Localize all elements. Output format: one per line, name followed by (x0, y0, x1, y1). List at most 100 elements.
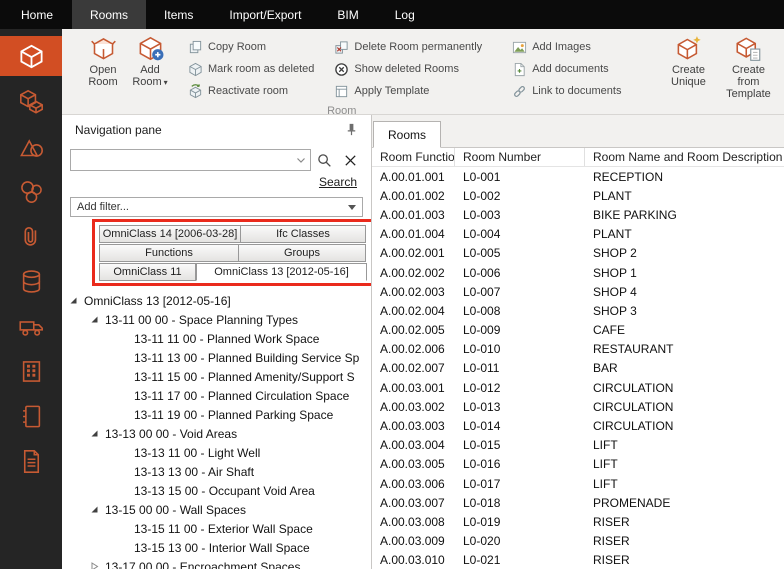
sidebar-item-rooms[interactable] (0, 36, 62, 76)
add-filter-dropdown[interactable]: Add filter... (70, 197, 363, 217)
tab-groups[interactable]: Groups (238, 244, 366, 262)
tree-item[interactable]: 13-13 00 00 - Void Areas (62, 424, 371, 443)
column-header-room-name[interactable]: Room Name and Room Description (585, 148, 784, 166)
table-row[interactable]: A.00.03.010 L0-021 RISER (372, 551, 784, 569)
expander-expanded-icon[interactable] (69, 296, 78, 305)
tree-item[interactable]: 13-11 13 00 - Planned Building Service S… (62, 348, 371, 367)
pin-icon[interactable] (344, 122, 359, 137)
tree-item[interactable]: 13-11 11 00 - Planned Work Space (62, 329, 371, 348)
sidebar-item-catalog[interactable] (0, 396, 62, 436)
apply-template-button[interactable]: Apply Template (334, 83, 482, 99)
table-row[interactable]: A.00.03.008 L0-019 RISER (372, 512, 784, 531)
tree-item[interactable]: 13-13 11 00 - Light Well (62, 443, 371, 462)
sidebar-item-attachments[interactable] (0, 216, 62, 256)
tree-item[interactable]: 13-15 13 00 - Interior Wall Space (62, 538, 371, 557)
expander-expanded-icon[interactable] (90, 315, 99, 324)
room-function-cell: A.00.02.002 (372, 266, 455, 280)
tree-item[interactable]: 13-15 11 00 - Exterior Wall Space (62, 519, 371, 538)
tree-item-label: 13-13 15 00 - Occupant Void Area (134, 484, 315, 498)
spheres-icon (18, 178, 45, 205)
room-function-cell: A.00.03.005 (372, 457, 455, 471)
delete-room-permanently-button[interactable]: Delete Room permanently (334, 39, 482, 55)
search-button[interactable] (311, 149, 337, 171)
table-row[interactable]: A.00.03.007 L0-018 PROMENADE (372, 493, 784, 512)
search-input[interactable] (75, 153, 296, 167)
table-row[interactable]: A.00.01.002 L0-002 PLANT (372, 186, 784, 205)
column-header-room-function[interactable]: Room Function #: (372, 148, 455, 166)
tab-functions[interactable]: Functions (99, 244, 239, 262)
tab-rooms[interactable]: Rooms (373, 121, 441, 148)
expander-expanded-icon[interactable] (90, 505, 99, 514)
tree-item[interactable]: 13-11 00 00 - Space Planning Types (62, 310, 371, 329)
table-row[interactable]: A.00.03.009 L0-020 RISER (372, 532, 784, 551)
expander-collapsed-icon[interactable] (90, 562, 99, 569)
create-from-template-button[interactable]: Create from Template (719, 32, 777, 100)
table-row[interactable]: A.00.02.007 L0-011 BAR (372, 359, 784, 378)
table-row[interactable]: A.00.03.001 L0-012 CIRCULATION (372, 378, 784, 397)
sidebar-item-data[interactable] (0, 261, 62, 301)
tab-omniclass-14[interactable]: OmniClass 14 [2006-03-28] (99, 225, 241, 243)
menu-item-import-export[interactable]: Import/Export (211, 0, 319, 29)
open-room-button[interactable]: Open Room (82, 32, 124, 88)
menu-item-items[interactable]: Items (146, 0, 211, 29)
table-row[interactable]: A.00.03.003 L0-014 CIRCULATION (372, 416, 784, 435)
tree-item[interactable]: 13-11 15 00 - Planned Amenity/Support S (62, 367, 371, 386)
table-row[interactable]: A.00.03.002 L0-013 CIRCULATION (372, 397, 784, 416)
table-row[interactable]: A.00.02.001 L0-005 SHOP 2 (372, 244, 784, 263)
table-row[interactable]: A.00.03.004 L0-015 LIFT (372, 436, 784, 455)
table-row[interactable]: A.00.03.006 L0-017 LIFT (372, 474, 784, 493)
sidebar-item-shapes[interactable] (0, 126, 62, 166)
table-row[interactable]: A.00.02.006 L0-010 RESTAURANT (372, 340, 784, 359)
table-row[interactable]: A.00.02.002 L0-006 SHOP 1 (372, 263, 784, 282)
create-unique-button[interactable]: Create Unique (659, 32, 717, 88)
sidebar-item-spheres[interactable] (0, 171, 62, 211)
tree-item[interactable]: 13-13 15 00 - Occupant Void Area (62, 481, 371, 500)
tab-omniclass-11[interactable]: OmniClass 11 (99, 263, 196, 281)
sidebar-item-notes[interactable] (0, 441, 62, 481)
menu-item-bim[interactable]: BIM (319, 0, 376, 29)
mark-room-deleted-button[interactable]: Mark room as deleted (188, 61, 314, 77)
link-to-documents-button[interactable]: Link to documents (512, 83, 621, 99)
tree-item[interactable]: 13-15 00 00 - Wall Spaces (62, 500, 371, 519)
expander-expanded-icon[interactable] (90, 429, 99, 438)
table-row[interactable]: A.00.01.004 L0-004 PLANT (372, 225, 784, 244)
table-row[interactable]: A.00.02.005 L0-009 CAFE (372, 321, 784, 340)
sidebar-item-items[interactable] (0, 81, 62, 121)
menu-item-log[interactable]: Log (377, 0, 433, 29)
table-row[interactable]: A.00.02.004 L0-008 SHOP 3 (372, 301, 784, 320)
tree-item-label: 13-13 00 00 - Void Areas (105, 427, 237, 441)
create-derived-button[interactable]: Create Derived (779, 32, 784, 88)
copy-room-button[interactable]: Copy Room (188, 39, 314, 55)
tree-item[interactable]: 13-11 19 00 - Planned Parking Space (62, 405, 371, 424)
add-documents-button[interactable]: Add documents (512, 61, 621, 77)
tree-item[interactable]: 13-11 17 00 - Planned Circulation Space (62, 386, 371, 405)
tree-item[interactable]: 13-13 13 00 - Air Shaft (62, 462, 371, 481)
tree-item-label: OmniClass 13 [2012-05-16] (84, 294, 231, 308)
sidebar-item-logistics[interactable] (0, 306, 62, 346)
reactivate-room-button[interactable]: Reactivate room (188, 83, 314, 99)
room-name-cell: SHOP 2 (585, 246, 784, 260)
menu-item-home[interactable]: Home (0, 0, 72, 29)
column-header-room-number[interactable]: Room Number (455, 148, 585, 166)
navigation-pane: Navigation pane (62, 115, 372, 569)
menu-item-rooms[interactable]: Rooms (72, 0, 146, 29)
tab-ifc-classes[interactable]: Ifc Classes (240, 225, 366, 243)
table-row[interactable]: A.00.01.003 L0-003 BIKE PARKING (372, 205, 784, 224)
tree-item[interactable]: 13-17 00 00 - Encroachment Spaces (62, 557, 371, 569)
add-images-button[interactable]: Add Images (512, 39, 621, 55)
room-number-cell: L0-021 (455, 553, 585, 567)
room-function-cell: A.00.03.006 (372, 477, 455, 491)
add-room-button[interactable]: Add Room▾ (129, 32, 171, 89)
search-link[interactable]: Search (319, 175, 357, 189)
sidebar-item-buildings[interactable] (0, 351, 62, 391)
search-history-chevron-icon[interactable] (296, 157, 306, 164)
open-room-icon (90, 35, 117, 62)
table-row[interactable]: A.00.02.003 L0-007 SHOP 4 (372, 282, 784, 301)
table-row[interactable]: A.00.01.001 L0-001 RECEPTION (372, 167, 784, 186)
tree-item[interactable]: OmniClass 13 [2012-05-16] (62, 291, 371, 310)
tab-omniclass-13[interactable]: OmniClass 13 [2012-05-16] (196, 263, 367, 281)
navigation-pane-title: Navigation pane (75, 123, 162, 137)
show-deleted-rooms-button[interactable]: Show deleted Rooms (334, 61, 482, 77)
clear-search-button[interactable] (337, 149, 363, 171)
table-row[interactable]: A.00.03.005 L0-016 LIFT (372, 455, 784, 474)
